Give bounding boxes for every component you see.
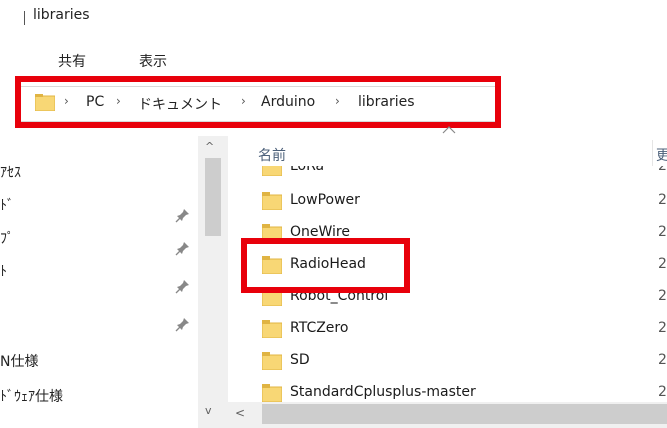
nav-item-download[interactable]: ﾄﾞ: [0, 195, 14, 215]
list-item[interactable]: LoRa 2: [240, 166, 667, 183]
nav-item-spec[interactable]: N仕様: [0, 351, 38, 371]
title-bar: libraries: [0, 0, 667, 38]
nav-item-hardware-spec[interactable]: ﾄﾞｳｪｱ仕様: [0, 386, 63, 406]
nav-item-desktop[interactable]: ﾌﾟ: [0, 228, 14, 248]
list-item[interactable]: StandardCplusplus-master 2: [240, 377, 667, 402]
nav-item-quick-access[interactable]: ｱｾｽ: [0, 162, 21, 182]
column-header-date[interactable]: 更: [656, 145, 667, 165]
folder-icon: [262, 352, 282, 370]
navigation-pane: ｱｾｽ ﾄﾞ ﾌﾟ ﾄ N仕様 ﾄﾞｳｪｱ仕様: [0, 136, 198, 428]
folder-icon: [262, 166, 282, 176]
file-name: RTCZero: [290, 320, 349, 336]
list-item[interactable]: SD 2: [240, 345, 667, 377]
pin-icon[interactable]: [175, 278, 191, 294]
tab-view[interactable]: 表示: [139, 51, 167, 71]
title-separator: [24, 11, 25, 25]
scroll-left-icon[interactable]: <: [235, 406, 245, 420]
file-date: 2: [658, 352, 667, 368]
list-item[interactable]: RTCZero 2: [240, 313, 667, 345]
scroll-down-icon[interactable]: v: [205, 404, 212, 417]
ribbon: 共有 表示: [0, 38, 667, 76]
window-title: libraries: [33, 7, 90, 23]
radiohead-highlight-box: [241, 238, 410, 293]
file-date: 2: [658, 384, 667, 400]
column-header-name[interactable]: 名前: [258, 145, 286, 165]
file-date: 2: [658, 224, 667, 240]
file-name: StandardCplusplus-master: [290, 384, 476, 400]
file-date: 2: [658, 256, 667, 272]
nav-item-document[interactable]: ﾄ: [0, 261, 7, 281]
folder-icon: [262, 320, 282, 338]
horizontal-scrollbar-thumb[interactable]: [262, 404, 667, 424]
sort-ascending-icon: [442, 126, 456, 134]
pin-icon[interactable]: [175, 316, 191, 332]
column-divider[interactable]: [652, 140, 653, 166]
file-name: LoRa: [290, 166, 325, 174]
folder-icon: [262, 384, 282, 402]
vertical-scrollbar-thumb[interactable]: [205, 158, 221, 236]
file-date: 2: [658, 192, 667, 208]
scroll-up-icon[interactable]: ^: [205, 140, 214, 153]
file-date: 2: [658, 166, 667, 174]
file-name: SD: [290, 352, 310, 368]
list-item[interactable]: LowPower 2: [240, 185, 667, 217]
pin-icon[interactable]: [175, 207, 191, 223]
folder-icon: [262, 192, 282, 210]
file-date: 2: [658, 288, 667, 304]
address-highlight-box: [15, 76, 501, 128]
tab-share[interactable]: 共有: [58, 51, 86, 71]
pin-icon[interactable]: [175, 240, 191, 256]
file-name: LowPower: [290, 192, 360, 208]
file-date: 2: [658, 320, 667, 336]
